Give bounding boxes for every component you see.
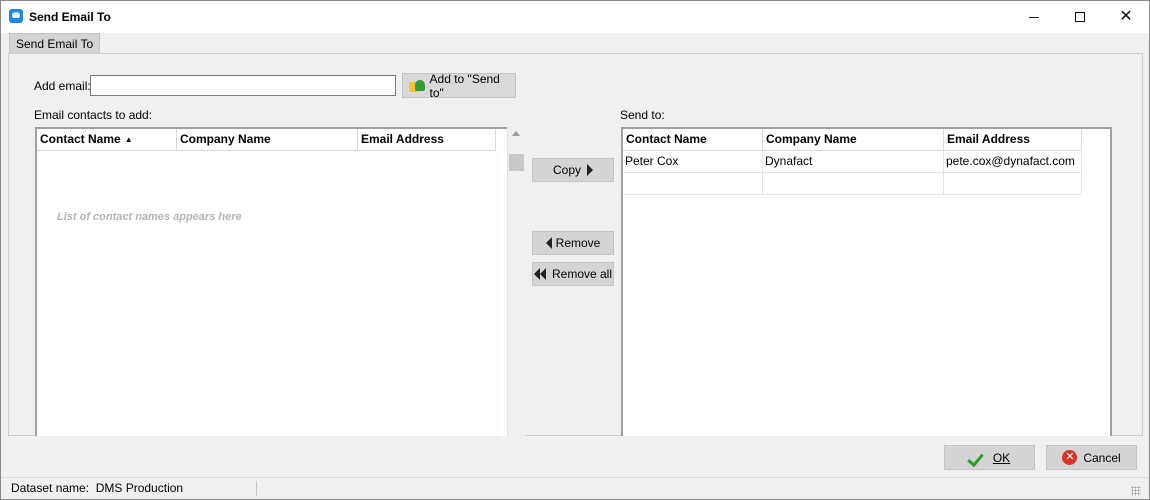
minimize-icon: [1029, 16, 1039, 18]
contacts-vertical-scrollbar[interactable]: [507, 127, 525, 436]
arrow-right-icon: [587, 164, 593, 176]
cell-contact-name[interactable]: Peter Cox: [623, 151, 763, 173]
ok-button[interactable]: OK: [944, 445, 1035, 470]
remove-button[interactable]: Remove: [532, 231, 614, 255]
send-to-grid[interactable]: Contact Name Company Name Email Address …: [621, 127, 1112, 436]
contacts-grid[interactable]: Contact Name ▲ Company Name Email Address…: [35, 127, 525, 436]
close-button[interactable]: ✕: [1103, 1, 1149, 33]
table-row[interactable]: Peter Cox Dynafact pete.cox@dynafact.com: [623, 151, 1082, 173]
send-to-grid-header: Contact Name Company Name Email Address: [623, 129, 1082, 151]
column-header-label: Contact Name: [40, 132, 121, 146]
contacts-add-icon: [409, 79, 426, 93]
add-email-label: Add email:: [34, 79, 91, 93]
ok-label: OK: [992, 450, 1011, 465]
checkmark-icon: [969, 450, 985, 466]
remove-label: Remove: [555, 236, 601, 250]
email-contacts-label: Email contacts to add:: [34, 108, 153, 122]
send-email-dialog: Send Email To ✕ Send Email To Add email:…: [0, 0, 1150, 500]
double-arrow-left-icon: [533, 268, 546, 280]
cancel-button[interactable]: ✕ Cancel: [1046, 445, 1137, 470]
title-bar: Send Email To ✕: [1, 1, 1149, 33]
sort-ascending-icon: ▲: [124, 135, 133, 144]
add-to-send-to-button[interactable]: Add to "Send to": [402, 71, 516, 100]
scroll-up-icon[interactable]: [512, 131, 520, 136]
column-header-email-address[interactable]: Email Address: [944, 129, 1082, 151]
copy-button[interactable]: Copy: [532, 158, 614, 182]
cell-company-name[interactable]: Dynafact: [763, 151, 944, 173]
add-email-input[interactable]: [90, 75, 396, 96]
remove-all-button[interactable]: Remove all: [532, 262, 614, 286]
cell-contact-name[interactable]: [623, 173, 763, 195]
contacts-grid-header: Contact Name ▲ Company Name Email Address: [37, 129, 496, 151]
send-to-label: Send to:: [620, 108, 665, 122]
column-header-contact-name[interactable]: Contact Name ▲: [37, 129, 177, 151]
scrollbar-thumb[interactable]: [509, 154, 524, 171]
tab-strip: Send Email To: [9, 33, 101, 53]
grid-divider: [497, 151, 498, 436]
contacts-empty-placeholder: List of contact names appears here: [57, 211, 242, 223]
send-to-grid-body: Peter Cox Dynafact pete.cox@dynafact.com: [623, 151, 1082, 195]
column-header-company-name[interactable]: Company Name: [177, 129, 358, 151]
arrow-left-icon: [545, 237, 552, 249]
window-title: Send Email To: [29, 10, 111, 24]
resize-grip-icon[interactable]: [1131, 486, 1141, 496]
column-header-company-name[interactable]: Company Name: [763, 129, 944, 151]
maximize-icon: [1075, 12, 1085, 22]
remove-all-label: Remove all: [551, 267, 613, 281]
cell-email-address[interactable]: pete.cox@dynafact.com: [944, 151, 1082, 173]
close-icon: ✕: [1119, 8, 1133, 25]
cell-email-address[interactable]: [944, 173, 1082, 195]
dataset-name-status: Dataset name: DMS Production: [11, 481, 184, 495]
minimize-button[interactable]: [1011, 1, 1057, 33]
cell-company-name[interactable]: [763, 173, 944, 195]
maximize-button[interactable]: [1057, 1, 1103, 33]
column-header-contact-name[interactable]: Contact Name: [623, 129, 763, 151]
column-header-email-address[interactable]: Email Address: [358, 129, 496, 151]
copy-label: Copy: [552, 163, 581, 177]
status-divider: [256, 481, 257, 496]
cancel-label: Cancel: [1083, 450, 1121, 465]
status-bar: Dataset name: DMS Production: [1, 477, 1149, 499]
app-logo-icon: [9, 9, 23, 23]
add-to-send-to-label: Add to "Send to": [429, 71, 500, 100]
table-row-new[interactable]: [623, 173, 1082, 195]
cancel-circle-icon: ✕: [1062, 450, 1078, 465]
tab-send-email-to[interactable]: Send Email To: [9, 33, 101, 53]
